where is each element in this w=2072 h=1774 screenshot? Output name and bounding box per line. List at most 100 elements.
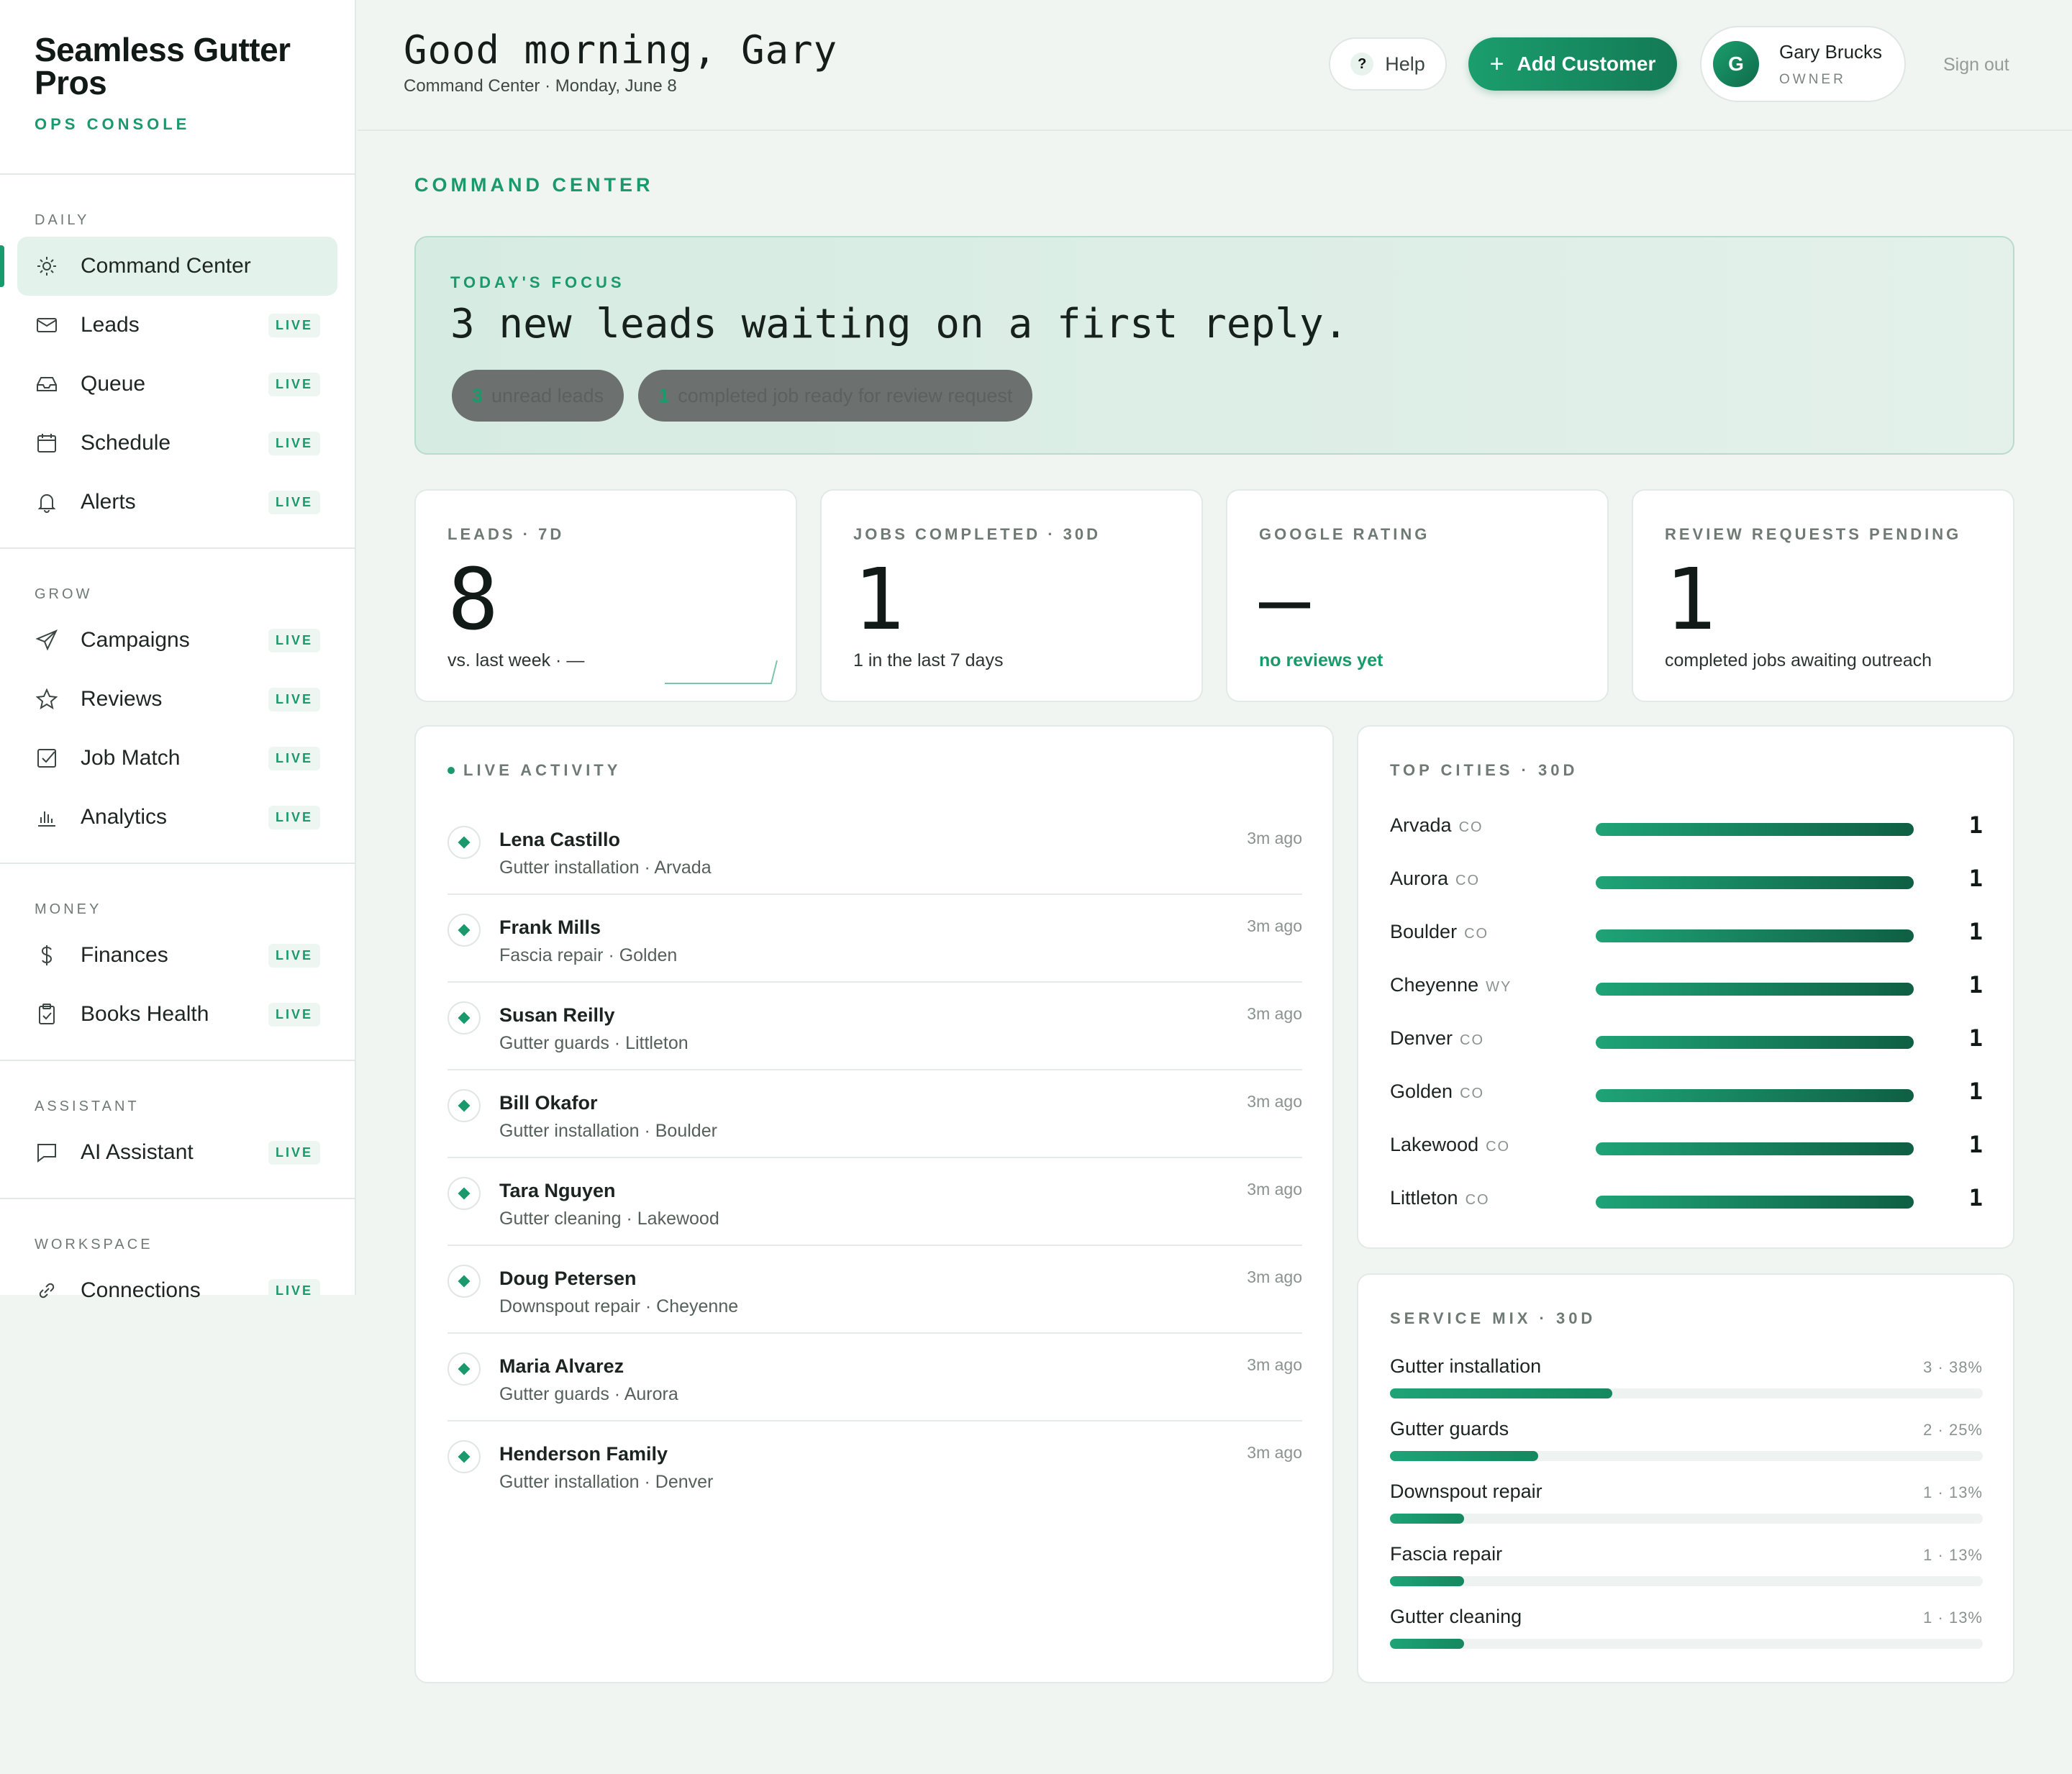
city-count: 1 [1968, 811, 1983, 839]
stat-card-review-requests[interactable]: REVIEW REQUESTS PENDING 1 completed jobs… [1632, 489, 2014, 702]
service-name: Gutter guards [1390, 1418, 1509, 1439]
sidebar-item-label: Job Match [81, 746, 181, 770]
sidebar-item-label: Leads [81, 313, 140, 337]
stat-card-jobs-completed[interactable]: JOBS COMPLETED · 30D 1 1 in the last 7 d… [820, 489, 1203, 702]
city-bar [1596, 1089, 1914, 1102]
chat-icon [35, 1140, 59, 1165]
stat-note: no reviews yet [1259, 650, 1383, 670]
sidebar: Seamless Gutter Pros OPS CONSOLE DAILY Co… [0, 0, 356, 1303]
pill-text: unread leads [491, 384, 604, 406]
activity-row[interactable]: Doug Petersen Downspout repair · Cheyenne… [447, 1246, 1302, 1334]
stat-card-leads[interactable]: LEADS · 7D 8 vs. last week · — [414, 489, 797, 702]
city-count: 1 [1968, 1131, 1983, 1158]
nav-section-heading: ASSISTANT [35, 1098, 140, 1114]
sidebar-item-label: Analytics [81, 805, 168, 829]
stat-card-google-rating[interactable]: GOOGLE RATING — no reviews yet [1226, 489, 1609, 702]
city-row: Golden CO 1 [1390, 1073, 1983, 1127]
avatar: G [1713, 41, 1759, 87]
nav-section: MONEY Finances LIVE Books Health LIVE [0, 863, 355, 1060]
activity-row[interactable]: Maria Alvarez Gutter guards · Aurora 3m ag… [447, 1334, 1302, 1422]
user-role: OWNER [1779, 71, 1846, 87]
user-name: Gary Brucks [1779, 40, 1883, 63]
city-name: Littleton CO [1390, 1187, 1490, 1209]
service-name: Gutter installation [1390, 1355, 1542, 1377]
city-bar [1596, 929, 1914, 942]
service-mix-panel: SERVICE MIX · 30D Gutter installation 3 ·… [1357, 1273, 2014, 1683]
top-cities-panel: TOP CITIES · 30D Arvada CO 1 Aurora CO 1 Bould… [1357, 725, 2014, 1249]
activity-row[interactable]: Tara Nguyen Gutter cleaning · Lakewood 3m … [447, 1158, 1302, 1246]
sidebar-item-command-center[interactable]: Command Center [0, 237, 337, 296]
page-subtitle: Command Center · Monday, June 8 [404, 76, 677, 96]
stat-label: LEADS · 7D [447, 525, 565, 543]
sign-out-link[interactable]: Sign out [1943, 55, 2009, 76]
sidebar-item-connections[interactable]: Connections LIVE [17, 1261, 337, 1320]
activity-detail: Fascia repair · Golden [499, 945, 678, 965]
sidebar-item-campaigns[interactable]: Campaigns LIVE [17, 611, 337, 670]
service-bar-track [1390, 1451, 1983, 1461]
sidebar-item-alerts[interactable]: Alerts LIVE [17, 473, 337, 532]
city-name: Golden CO [1390, 1081, 1484, 1103]
plus-icon: + [1489, 50, 1504, 78]
sidebar-item-leads[interactable]: Leads LIVE [17, 296, 337, 355]
service-bar-track [1390, 1576, 1983, 1586]
city-label: Denver [1390, 1027, 1453, 1049]
sidebar-item-label: Finances [81, 943, 168, 967]
sidebar-item-analytics[interactable]: Analytics LIVE [17, 788, 337, 847]
live-badge: LIVE [268, 628, 320, 652]
sidebar-item-job-match[interactable]: Job Match LIVE [17, 729, 337, 788]
clipboard-check-icon [35, 1002, 59, 1027]
activity-diamond-icon [447, 1265, 481, 1298]
bell-icon [35, 490, 59, 514]
unread-leads-pill[interactable]: 3 unread leads [452, 370, 624, 422]
service-name: Gutter cleaning [1390, 1606, 1522, 1627]
activity-row[interactable]: Frank Mills Fascia repair · Golden 3m ago [447, 895, 1302, 983]
live-activity-title: LIVE ACTIVITY [463, 761, 622, 779]
focus-label: TODAY'S FOCUS [450, 273, 625, 291]
service-mix-row: Gutter cleaning 1 · 13% [1390, 1606, 1983, 1668]
sidebar-item-queue[interactable]: Queue LIVE [17, 355, 337, 414]
city-row: Lakewood CO 1 [1390, 1127, 1983, 1180]
city-label: Arvada [1390, 814, 1452, 836]
review-request-pill[interactable]: 1 completed job ready for review request [638, 370, 1033, 422]
activity-row[interactable]: Henderson Family Gutter installation · De… [447, 1422, 1302, 1509]
activity-name: Henderson Family [499, 1443, 668, 1465]
activity-time: 3m ago [1247, 1180, 1302, 1198]
sidebar-item-finances[interactable]: Finances LIVE [17, 926, 337, 985]
activity-row[interactable]: Bill Okafor Gutter installation · Boulder… [447, 1070, 1302, 1158]
help-button[interactable]: ? Help [1329, 37, 1447, 91]
activity-diamond-icon [447, 1177, 481, 1210]
activity-row[interactable]: Lena Castillo Gutter installation · Arvad… [447, 807, 1302, 895]
activity-row[interactable]: Susan Reilly Gutter guards · Littleton 3m … [447, 983, 1302, 1070]
city-row: Boulder CO 1 [1390, 914, 1983, 967]
city-row: Arvada CO 1 [1390, 807, 1983, 860]
city-name: Arvada CO [1390, 814, 1483, 837]
dollar-icon [35, 943, 59, 968]
live-badge: LIVE [268, 687, 320, 711]
city-state: CO [1460, 1032, 1485, 1048]
user-menu[interactable]: G Gary Brucks OWNER [1700, 26, 1906, 102]
city-row: Cheyenne WY 1 [1390, 967, 1983, 1020]
activity-detail: Gutter installation · Boulder [499, 1121, 717, 1141]
activity-name: Bill Okafor [499, 1092, 598, 1114]
city-name: Aurora CO [1390, 868, 1480, 890]
nav-section: ASSISTANT AI Assistant LIVE [0, 1060, 355, 1198]
live-activity-panel: LIVE ACTIVITY Lena Castillo Gutter instal… [414, 725, 1334, 1683]
sidebar-item-schedule[interactable]: Schedule LIVE [17, 414, 337, 473]
sidebar-item-books-health[interactable]: Books Health LIVE [17, 985, 337, 1044]
checkbox-icon [35, 746, 59, 770]
activity-detail: Downspout repair · Cheyenne [499, 1296, 739, 1316]
city-bar [1596, 823, 1914, 836]
nav-section-heading: MONEY [35, 901, 102, 917]
activity-diamond-icon [447, 914, 481, 947]
sidebar-item-reviews[interactable]: Reviews LIVE [17, 670, 337, 729]
service-bar-fill [1390, 1388, 1612, 1398]
city-count: 1 [1968, 918, 1983, 945]
sidebar-item-label: Campaigns [81, 628, 190, 652]
live-badge: LIVE [268, 943, 320, 968]
city-bar [1596, 1142, 1914, 1155]
city-name: Denver CO [1390, 1027, 1484, 1050]
sidebar-item-ai-assistant[interactable]: AI Assistant LIVE [17, 1123, 337, 1182]
pill-count: 1 [658, 384, 670, 406]
activity-diamond-icon [447, 1001, 481, 1034]
add-customer-button[interactable]: + Add Customer [1468, 37, 1677, 91]
